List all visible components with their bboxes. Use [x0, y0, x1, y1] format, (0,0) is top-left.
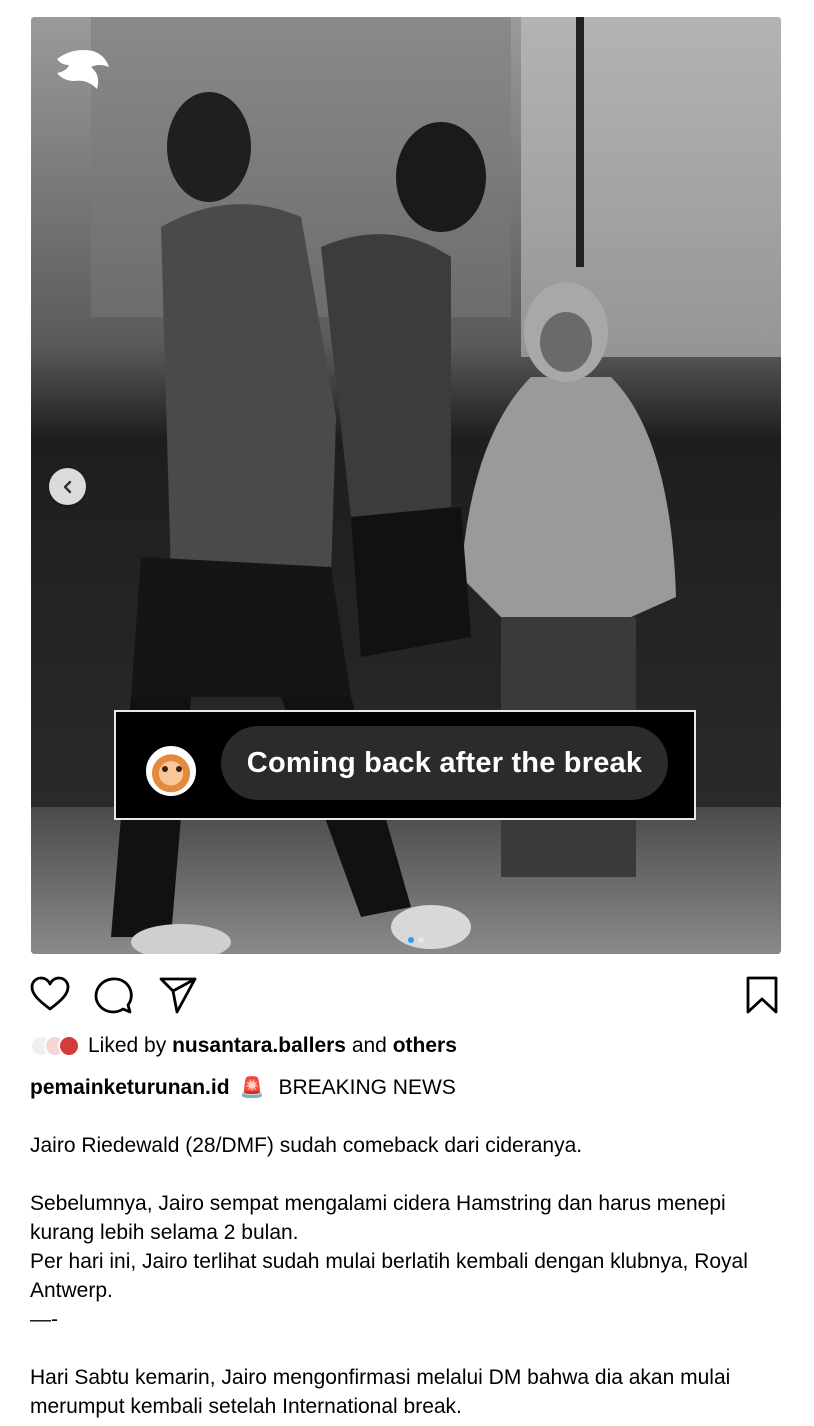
comment-icon: [94, 977, 133, 1014]
likes-summary: Liked by nusantara.ballers and others: [30, 1033, 457, 1059]
likes-conjunction: and: [351, 1034, 387, 1057]
post-image[interactable]: Coming back after the break: [31, 17, 781, 954]
previous-slide-button[interactable]: [49, 468, 86, 505]
avatar: [58, 1035, 80, 1057]
story-caption-bubble: Coming back after the break: [221, 726, 668, 800]
avatar: [146, 746, 196, 796]
heart-icon: [30, 976, 70, 1011]
caption-header: pemainketurunan.id 🚨 BREAKING NEWS: [30, 1075, 456, 1100]
post-action-bar: [30, 975, 782, 1015]
likes-prefix: Liked by: [88, 1034, 167, 1057]
likes-others-link[interactable]: others: [393, 1034, 457, 1058]
story-reply-card: Coming back after the break: [114, 710, 696, 820]
like-button[interactable]: [30, 975, 70, 1015]
bookmark-icon: [746, 976, 778, 1014]
liker-username-link[interactable]: nusantara.ballers: [172, 1034, 346, 1058]
carousel-dot-2: [418, 937, 424, 943]
share-button[interactable]: [158, 975, 198, 1015]
author-username-link[interactable]: pemainketurunan.id: [30, 1076, 230, 1100]
carousel-dot-1: [408, 937, 414, 943]
carousel-indicator: [408, 937, 424, 943]
liker-avatars: [30, 1033, 82, 1059]
siren-icon: 🚨: [239, 1077, 265, 1099]
caption-headline: BREAKING NEWS: [278, 1075, 456, 1099]
comment-button[interactable]: [93, 975, 133, 1015]
chevron-left-icon: [63, 480, 71, 493]
share-icon: [159, 977, 197, 1014]
save-button[interactable]: [742, 975, 782, 1015]
club-logo: [57, 50, 109, 89]
caption-body: Jairo Riedewald (28/DMF) sudah comeback …: [30, 1134, 748, 1418]
